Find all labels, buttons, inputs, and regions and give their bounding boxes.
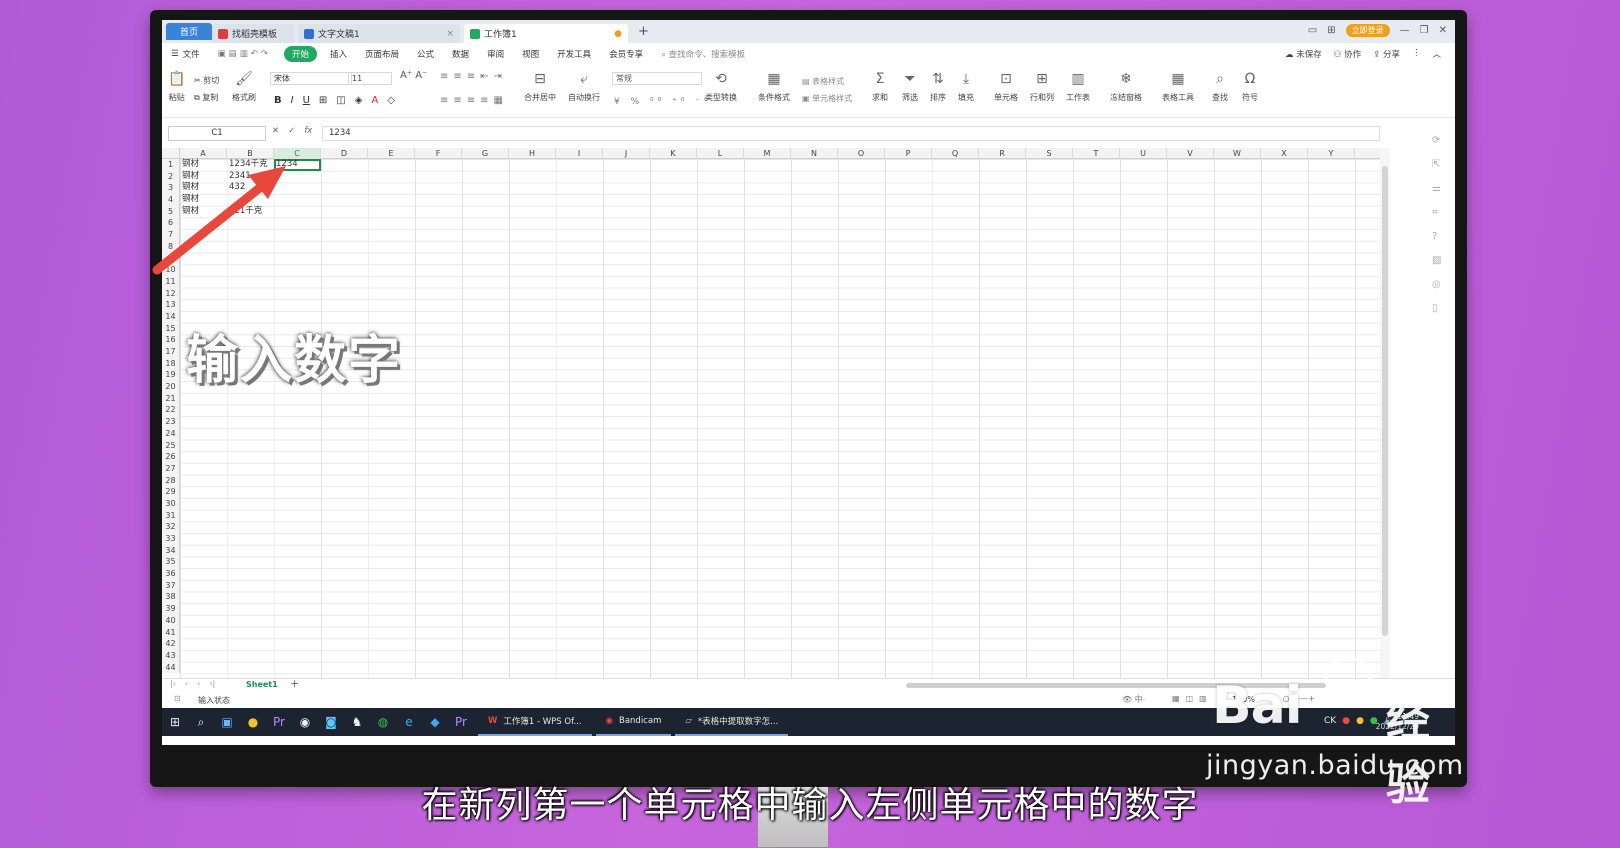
baidu-paw-icon [1324, 656, 1372, 696]
arrow-shaft [152, 181, 267, 275]
red-arrow-annotation [152, 166, 286, 275]
video-caption: 在新列第一个单元格中输入左侧单元格中的数字 [421, 785, 1199, 826]
baidu-watermark: Bai 经验 jingyan.baidu.com [1206, 656, 1463, 810]
watermark-brand: Bai [1212, 676, 1303, 736]
overlay-instruction: 输入数字 [186, 331, 403, 391]
